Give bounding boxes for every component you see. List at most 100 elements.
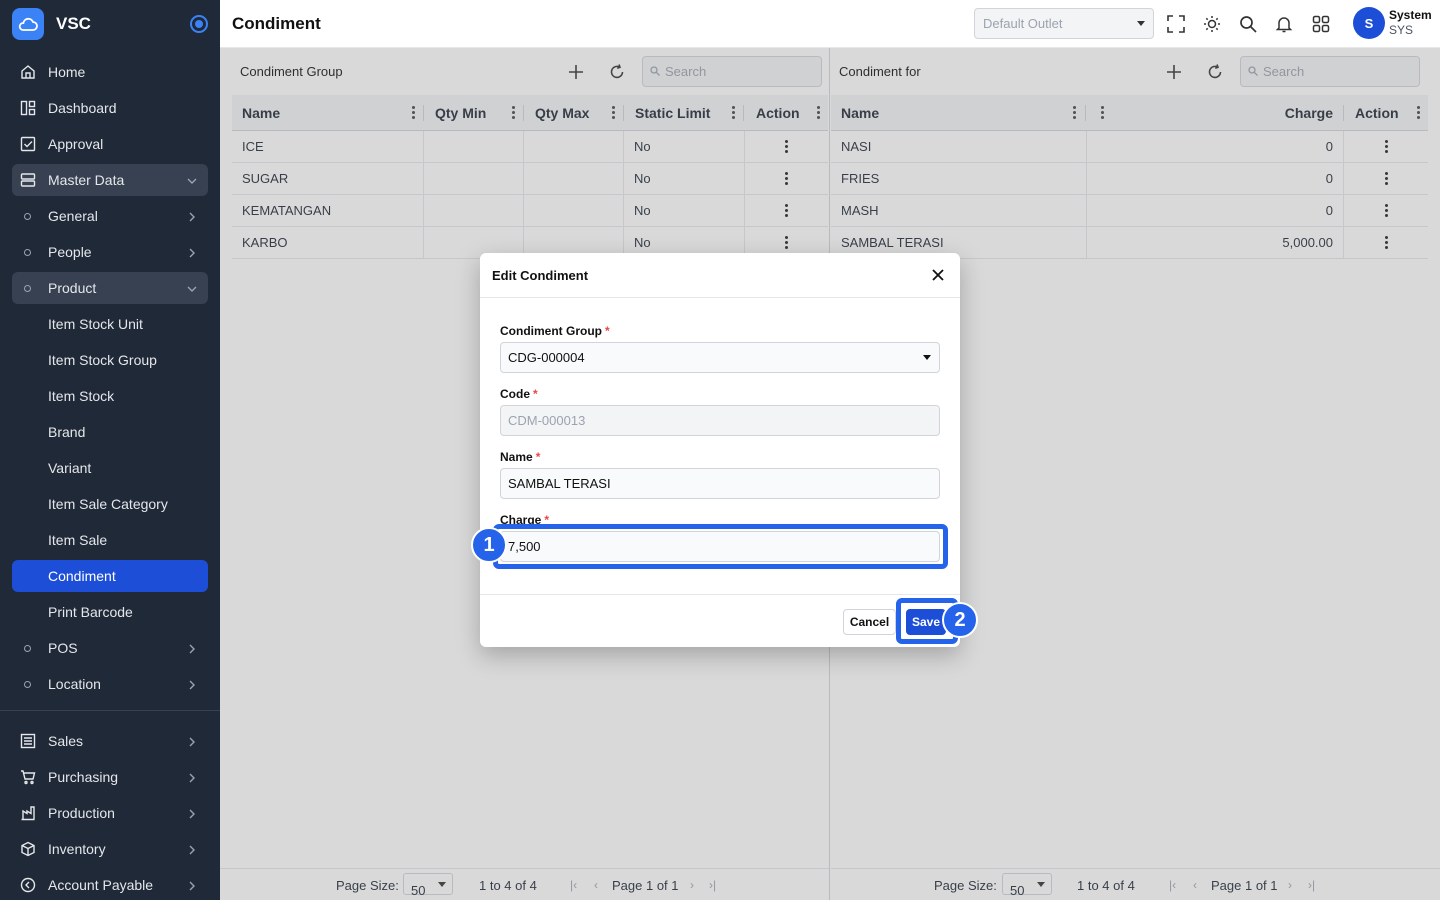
- sidebar-item-label: Brand: [48, 424, 86, 440]
- name-value: SAMBAL TERASI: [508, 476, 611, 491]
- sidebar-item-general[interactable]: General: [12, 200, 208, 232]
- sidebar-item-label: Product: [48, 280, 97, 296]
- sidebar-item-product[interactable]: Product: [12, 272, 208, 304]
- chevron-down-icon[interactable]: [186, 282, 198, 294]
- sidebar-item-dashboard[interactable]: Dashboard: [12, 92, 208, 124]
- sidebar-item-purchasing[interactable]: Purchasing: [12, 761, 208, 793]
- sidebar-item-sales[interactable]: Sales: [12, 725, 208, 757]
- sidebar-item-label: Approval: [48, 136, 104, 152]
- sidebar-item-approval[interactable]: Approval: [12, 128, 208, 160]
- code-label: Code *: [500, 387, 538, 401]
- highlight-charge-field: [493, 524, 948, 569]
- page-title: Condiment: [232, 13, 321, 33]
- sidebar-item-brand[interactable]: Brand: [12, 416, 208, 448]
- sidebar-item-label: Dashboard: [48, 100, 117, 116]
- sidebar-item-label: Purchasing: [48, 769, 119, 785]
- sidebar-item-item-stock-group[interactable]: Item Stock Group: [12, 344, 208, 376]
- sidebar-item-label: Location: [48, 676, 101, 692]
- sidebar-item-print-barcode[interactable]: Print Barcode: [12, 596, 208, 628]
- user-info: System SYS: [1389, 8, 1432, 38]
- sidebar-item-label: Item Stock: [48, 388, 115, 404]
- sidebar-item-label: Condiment: [48, 568, 116, 584]
- approval-icon: [20, 136, 36, 152]
- caret-down-icon: [1137, 21, 1145, 26]
- cancel-button[interactable]: Cancel: [843, 609, 896, 635]
- condiment-group-value: CDG-000004: [508, 350, 585, 365]
- sidebar-item-label: People: [48, 244, 92, 260]
- theme-sun-icon[interactable]: [1201, 13, 1223, 35]
- factory-icon: [20, 805, 36, 821]
- outlet-select[interactable]: Default Outlet: [974, 8, 1154, 39]
- sidebar-item-label: Item Stock Unit: [48, 316, 143, 332]
- sidebar-item-label: Sales: [48, 733, 84, 749]
- chevron-right-icon[interactable]: [186, 210, 198, 222]
- sidebar-item-label: Master Data: [48, 172, 125, 188]
- payable-icon: [20, 877, 36, 893]
- sidebar-item-item-sale-category[interactable]: Item Sale Category: [12, 488, 208, 520]
- apps-grid-icon[interactable]: [1310, 13, 1332, 35]
- name-label: Name *: [500, 450, 541, 464]
- sidebar-item-label: Production: [48, 805, 115, 821]
- sidebar-toggle-icon[interactable]: [190, 15, 208, 33]
- chevron-down-icon[interactable]: [186, 174, 198, 186]
- sidebar-item-item-sale[interactable]: Item Sale: [12, 524, 208, 556]
- sidebar-item-people[interactable]: People: [12, 236, 208, 268]
- sidebar-item-account-payable[interactable]: Account Payable: [12, 869, 208, 900]
- sidebar-item-production[interactable]: Production: [12, 797, 208, 829]
- close-icon[interactable]: [930, 267, 946, 283]
- sidebar-item-master-data[interactable]: Master Data: [12, 164, 208, 196]
- sidebar-item-item-stock-unit[interactable]: Item Stock Unit: [12, 308, 208, 340]
- database-icon: [20, 172, 36, 188]
- sidebar-item-label: POS: [48, 640, 78, 656]
- condiment-group-label: Condiment Group *: [500, 324, 610, 338]
- circle-bullet-icon: [24, 212, 31, 220]
- chevron-right-icon[interactable]: [186, 735, 198, 747]
- user-menu[interactable]: S System SYS: [1353, 7, 1432, 39]
- dialog-title: Edit Condiment: [480, 253, 960, 298]
- circle-bullet-icon: [24, 248, 31, 256]
- sidebar-item-pos[interactable]: POS: [12, 632, 208, 664]
- cloud-logo-icon: [12, 8, 44, 40]
- sidebar-item-item-stock[interactable]: Item Stock: [12, 380, 208, 412]
- chevron-right-icon[interactable]: [186, 843, 198, 855]
- sidebar-item-location[interactable]: Location: [12, 668, 208, 700]
- sidebar-item-label: Inventory: [48, 841, 106, 857]
- step-badge-1: 1: [471, 527, 507, 563]
- chevron-right-icon[interactable]: [186, 771, 198, 783]
- top-header: Condiment Default Outlet S System SYS: [220, 0, 1440, 48]
- user-name: System: [1389, 8, 1432, 22]
- cart-icon: [20, 769, 36, 785]
- sidebar-item-condiment[interactable]: Condiment: [12, 560, 208, 592]
- circle-bullet-icon: [24, 284, 31, 292]
- sales-icon: [20, 733, 36, 749]
- sidebar-divider: [0, 710, 220, 711]
- sidebar-item-label: Item Stock Group: [48, 352, 157, 368]
- sidebar-item-inventory[interactable]: Inventory: [12, 833, 208, 865]
- sidebar-item-label: Account Payable: [48, 877, 154, 893]
- dialog-footer: Cancel Save: [480, 594, 960, 647]
- bell-icon[interactable]: [1273, 13, 1295, 35]
- name-field[interactable]: SAMBAL TERASI: [500, 468, 940, 499]
- edit-condiment-dialog: Edit Condiment Condiment Group * CDG-0000…: [480, 253, 960, 647]
- fullscreen-icon[interactable]: [1165, 13, 1187, 35]
- sidebar: VSC Home Dashboard Approval Master Data Gene…: [0, 0, 220, 900]
- chevron-right-icon[interactable]: [186, 879, 198, 891]
- user-role: SYS: [1389, 23, 1414, 37]
- chevron-right-icon[interactable]: [186, 678, 198, 690]
- step-badge-2: 2: [942, 602, 978, 638]
- code-field[interactable]: CDM-000013: [500, 405, 940, 436]
- search-icon[interactable]: [1237, 13, 1259, 35]
- sidebar-item-label: Home: [48, 64, 86, 80]
- chevron-right-icon[interactable]: [186, 246, 198, 258]
- sidebar-item-variant[interactable]: Variant: [12, 452, 208, 484]
- chevron-right-icon[interactable]: [186, 642, 198, 654]
- sidebar-item-label: Item Sale Category: [48, 496, 168, 512]
- app-name: VSC: [56, 14, 91, 33]
- sidebar-item-home[interactable]: Home: [12, 56, 208, 88]
- outlet-placeholder: Default Outlet: [983, 16, 1063, 31]
- sidebar-item-label: Variant: [48, 460, 92, 476]
- dashboard-icon: [20, 100, 36, 116]
- box-icon: [20, 841, 36, 857]
- chevron-right-icon[interactable]: [186, 807, 198, 819]
- condiment-group-select[interactable]: CDG-000004: [500, 342, 940, 373]
